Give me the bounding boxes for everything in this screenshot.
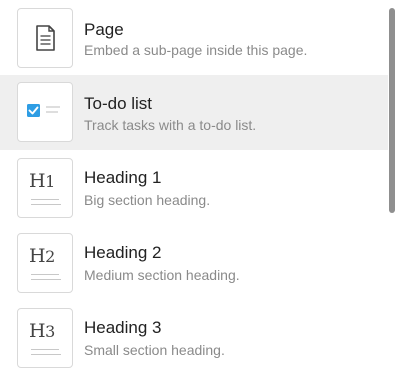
heading-1-icon-line	[31, 204, 61, 205]
heading-2-icon-line	[31, 274, 59, 275]
scrollbar-thumb[interactable]	[389, 8, 395, 213]
todo-checkbox-icon	[17, 82, 73, 142]
menu-item-title: Heading 3	[84, 318, 162, 337]
heading-3-icon-line	[31, 349, 59, 350]
menu-item-title: Page	[84, 20, 124, 39]
menu-item-title: Heading 2	[84, 243, 162, 262]
heading-3-icon-label: H3	[29, 320, 55, 342]
menu-item-description: Embed a sub-page inside this page.	[84, 42, 308, 58]
menu-item-description: Track tasks with a to-do list.	[84, 117, 257, 133]
menu-item-title: To-do list	[84, 94, 153, 113]
heading-2-icon-label: H2	[29, 245, 55, 267]
menu-item-heading-1[interactable]: H1 Heading 1 Big section heading.	[0, 150, 388, 225]
heading-2-icon: H2	[17, 233, 73, 293]
heading-3-icon-line	[31, 354, 61, 355]
page-icon	[17, 8, 73, 68]
menu-item-page[interactable]: Page Embed a sub-page inside this page.	[0, 0, 388, 75]
menu-item-heading-3[interactable]: H3 Heading 3 Small section heading.	[0, 300, 388, 375]
heading-3-icon: H3	[17, 308, 73, 368]
menu-item-description: Big section heading.	[84, 192, 211, 208]
heading-1-icon-line	[31, 199, 59, 200]
menu-item-todo-list[interactable]: To-do list Track tasks with a to-do list…	[0, 75, 388, 150]
heading-1-icon: H1	[17, 158, 73, 218]
menu-item-title: Heading 1	[84, 168, 162, 187]
menu-item-heading-2[interactable]: H2 Heading 2 Medium section heading.	[0, 225, 388, 300]
block-type-menu: Page Embed a sub-page inside this page. …	[0, 0, 400, 375]
heading-1-icon-label: H1	[29, 170, 55, 192]
heading-2-icon-line	[31, 279, 61, 280]
menu-item-description: Small section heading.	[84, 342, 225, 358]
menu-item-description: Medium section heading.	[84, 267, 240, 283]
